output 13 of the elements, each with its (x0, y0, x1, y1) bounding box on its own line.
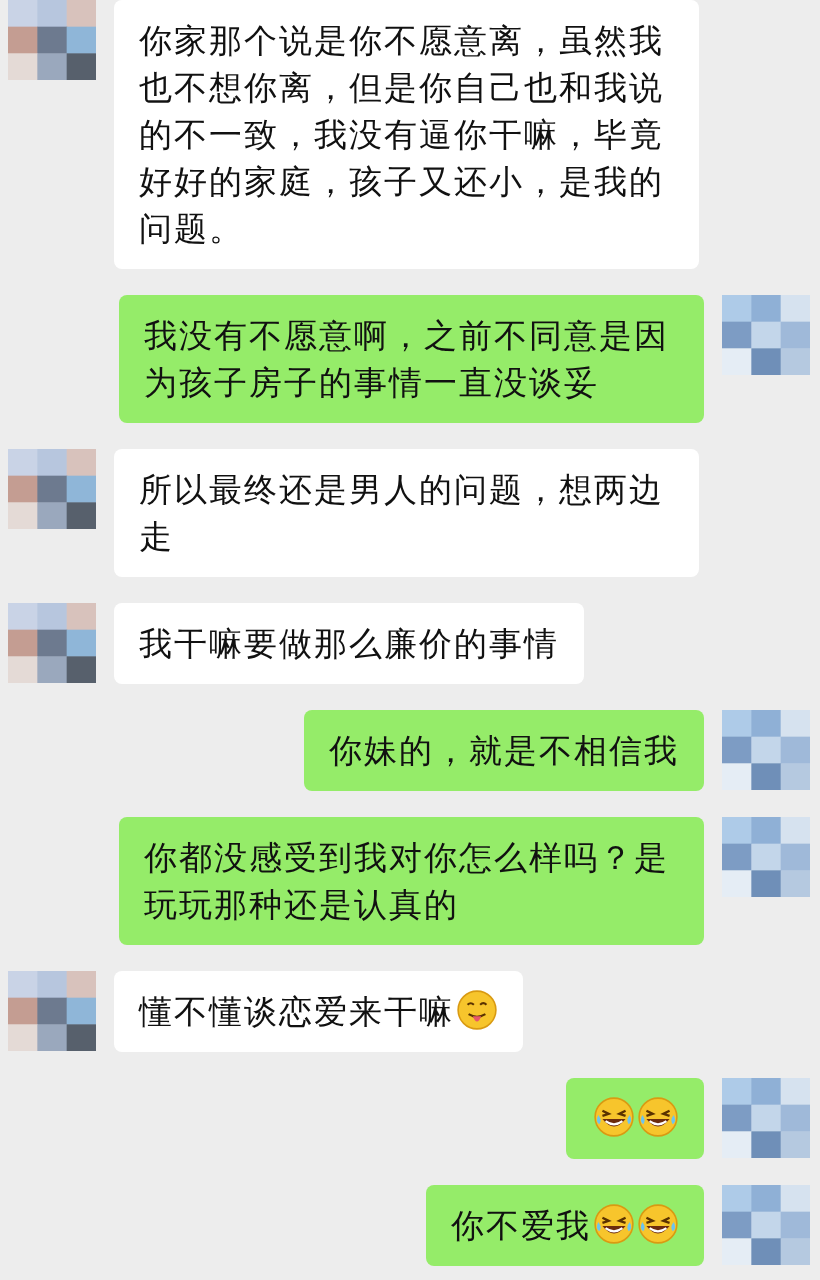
tongue-emoji-icon (456, 989, 498, 1031)
message-text: 我没有不愿意啊，之前不同意是因为孩子房子的事情一直没谈妥 (144, 316, 669, 402)
laughing-emoji-icon (593, 1203, 635, 1245)
laughing-emoji-icon (637, 1096, 679, 1138)
laughing-emoji-icon (637, 1203, 679, 1245)
message-text: 你妹的，就是不相信我 (329, 731, 679, 770)
message-text: 你不爱我 (451, 1206, 591, 1245)
message-text: 所以最终还是男人的问题，想两边走 (139, 470, 664, 556)
message-text: 你都没感受到我对你怎么样吗？是玩玩那种还是认真的 (144, 838, 669, 924)
message-text: 懂不懂谈恋爱来干嘛 (139, 992, 454, 1031)
message-text: 你家那个说是你不愿意离，虽然我也不想你离，但是你自己也和我说的不一致，我没有逼你干嘛，毕竟好好的家庭，孩子又还小，是我的问题。 (139, 21, 664, 248)
laughing-emoji-icon (593, 1096, 635, 1138)
message-text: 我干嘛要做那么廉价的事情 (139, 624, 559, 663)
